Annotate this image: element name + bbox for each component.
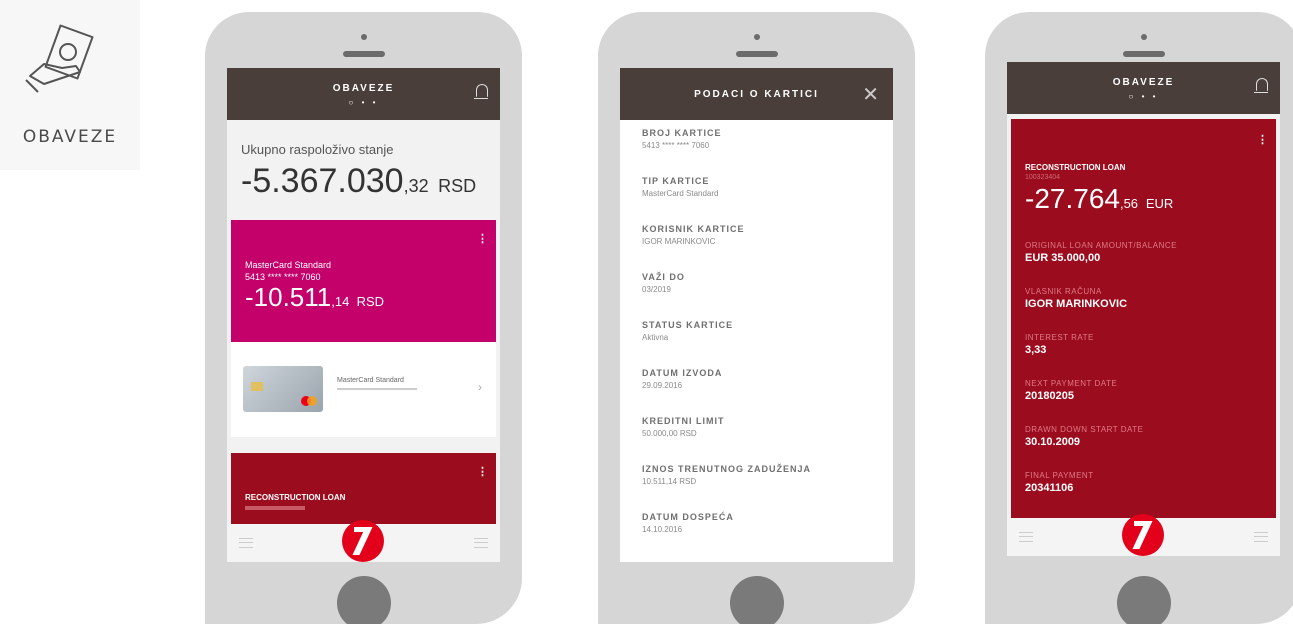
loan-field: DRAWN DOWN START DATE 30.10.2009 xyxy=(1025,425,1144,448)
top-bar: PODACI O KARTICI ✕ xyxy=(620,68,893,120)
detail-item: KREDITNI LIMIT 50.000,00 RSD xyxy=(642,416,725,438)
loan-field: INTEREST RATE 3,33 xyxy=(1025,333,1094,356)
home-button xyxy=(730,576,784,624)
credit-card-image xyxy=(243,366,323,412)
speaker xyxy=(736,51,778,57)
more-menu-icon[interactable]: ⋮ xyxy=(1257,133,1268,146)
loan-field: VLASNIK RAČUNA IGOR MARINKOVIC xyxy=(1025,287,1128,310)
loan-title: RECONSTRUCTION LOAN xyxy=(1025,163,1126,172)
loan-field: NEXT PAYMENT DATE 20180205 xyxy=(1025,379,1118,402)
camera xyxy=(1141,34,1147,40)
detail-item: DATUM IZVODA 29.09.2016 xyxy=(642,368,723,390)
card-tile-number xyxy=(337,388,417,390)
home-button xyxy=(337,576,391,624)
bank-logo-icon[interactable] xyxy=(1122,514,1164,556)
phone-frame-3: OBAVEZE ○ • • ⋮ RECONSTRUCTION LOAN 1003… xyxy=(985,12,1293,624)
more-menu-icon[interactable]: ⋮ xyxy=(477,232,488,245)
close-icon[interactable]: ✕ xyxy=(862,82,879,107)
detail-item: TIP KARTICE MasterCard Standard xyxy=(642,176,719,198)
section-tile: OBAVEZE xyxy=(0,0,140,170)
detail-item: STATUS KARTICE Aktivna xyxy=(642,320,734,342)
phone-frame-2: PODACI O KARTICI ✕ BROJ KARTICE 5413 ****… xyxy=(598,12,915,624)
loan-id xyxy=(245,506,305,510)
list-icon[interactable] xyxy=(1254,532,1268,542)
screen-obligations: OBAVEZE ○ • • Ukupno raspoloživo stanje … xyxy=(227,68,500,562)
bell-icon[interactable] xyxy=(474,84,488,99)
detail-item: KORISNIK KARTICE IGOR MARINKOVIC xyxy=(642,224,745,246)
loan-field: ORIGINAL LOAN AMOUNT/BALANCE EUR 35.000,0… xyxy=(1025,241,1177,264)
card-balance: -10.511,14 RSD xyxy=(245,282,385,312)
loan-card[interactable]: ⋮ RECONSTRUCTION LOAN 100323404 -27.764,… xyxy=(1011,119,1276,519)
top-bar: OBAVEZE ○ • • xyxy=(227,68,500,120)
card-detail-row[interactable]: MasterCard Standard › xyxy=(231,342,496,437)
screen-title: OBAVEZE xyxy=(332,83,395,94)
screen-title: PODACI O KARTICI xyxy=(694,89,819,100)
loan-balance: -27.764,56 EUR xyxy=(1025,183,1174,214)
card-number: 5413 **** **** 7060 xyxy=(245,272,321,282)
loan-id: 100323404 xyxy=(1025,174,1061,181)
list-icon[interactable] xyxy=(474,538,488,548)
bank-logo-icon[interactable] xyxy=(342,520,384,562)
total-amount: -5.367.030,32 RSD xyxy=(241,162,477,200)
screen-title: OBAVEZE xyxy=(1112,77,1175,88)
card-name: MasterCard Standard xyxy=(245,260,332,270)
speaker xyxy=(1123,51,1165,57)
detail-item: IZNOS TRENUTNOG ZADUŽENJA 10.511,14 RSD xyxy=(642,464,811,486)
menu-icon[interactable] xyxy=(239,538,253,548)
camera xyxy=(754,34,760,40)
pager-dots[interactable]: ○ • • xyxy=(227,98,500,107)
more-menu-icon[interactable]: ⋮ xyxy=(477,465,488,478)
phone-frame-1: OBAVEZE ○ • • Ukupno raspoloživo stanje … xyxy=(205,12,522,624)
detail-item: VAŽI DO 03/2019 xyxy=(642,272,685,294)
home-button xyxy=(1117,576,1171,624)
pager-dots[interactable]: ○ • • xyxy=(1007,92,1280,101)
card-details-list: BROJ KARTICE 5413 **** **** 7060 TIP KART… xyxy=(620,120,893,562)
camera xyxy=(361,34,367,40)
card-tile-mastercard[interactable]: ⋮ MasterCard Standard 5413 **** **** 706… xyxy=(231,220,496,342)
menu-icon[interactable] xyxy=(1019,532,1033,542)
section-label: OBAVEZE xyxy=(22,127,118,147)
loan-field: FINAL PAYMENT 20341106 xyxy=(1025,471,1094,494)
total-label: Ukupno raspoloživo stanje xyxy=(241,142,394,157)
screen-card-details: PODACI O KARTICI ✕ BROJ KARTICE 5413 ****… xyxy=(620,68,893,562)
loan-title: RECONSTRUCTION LOAN xyxy=(245,493,346,502)
card-tile-name: MasterCard Standard xyxy=(337,377,404,384)
speaker xyxy=(343,51,385,57)
bell-icon[interactable] xyxy=(1254,78,1268,93)
screen-loan-details: OBAVEZE ○ • • ⋮ RECONSTRUCTION LOAN 1003… xyxy=(1007,62,1280,556)
cash-hand-icon xyxy=(25,24,94,93)
detail-item: DATUM DOSPEĆA 14.10.2016 xyxy=(642,512,734,534)
top-bar: OBAVEZE ○ • • xyxy=(1007,62,1280,114)
chevron-right-icon[interactable]: › xyxy=(478,380,482,394)
detail-item: BROJ KARTICE 5413 **** **** 7060 xyxy=(642,128,722,150)
